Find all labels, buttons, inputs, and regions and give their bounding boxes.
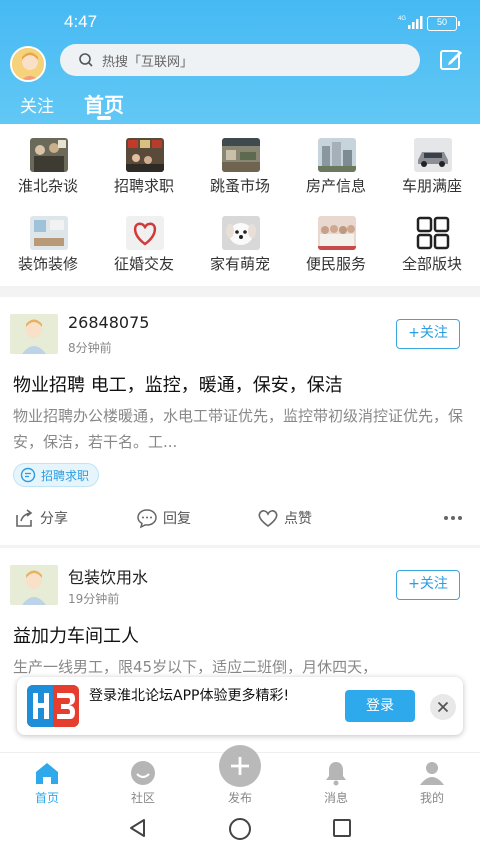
- category-pets[interactable]: 家有萌宠: [192, 208, 288, 286]
- status-time: 4:47: [64, 12, 98, 31]
- category-cars[interactable]: 车朋满座: [384, 130, 480, 208]
- category-label: 全部版块: [401, 255, 462, 273]
- more-icon: [444, 516, 462, 520]
- reply-label: 回复: [163, 511, 191, 527]
- battery-icon: 50: [427, 16, 460, 31]
- category-label: 房产信息: [305, 177, 366, 195]
- post-title[interactable]: 物业招聘 电工，监控，暖通，保安，保洁: [13, 371, 343, 397]
- app-logo-icon: [27, 685, 79, 727]
- publish-button[interactable]: [219, 745, 261, 787]
- more-button[interactable]: [442, 507, 469, 529]
- category-decoration[interactable]: 装饰装修: [0, 208, 96, 286]
- post-username[interactable]: 26848075: [68, 313, 149, 332]
- category-services[interactable]: 便民服务: [288, 208, 384, 286]
- post-body[interactable]: 物业招聘办公楼暖通，水电工带证优先，监控带初级消控证优先，保安，保洁，若干名。工…: [13, 403, 469, 455]
- nav-home[interactable]: 首页: [17, 759, 77, 806]
- avatar[interactable]: [10, 314, 58, 354]
- tab-indicator: [97, 116, 111, 120]
- car-photo-icon: [414, 138, 452, 172]
- category-label: 车朋满座: [401, 177, 462, 195]
- follow-button[interactable]: +关注: [396, 319, 460, 349]
- avatar[interactable]: [10, 565, 58, 605]
- post-time: 19分钟前: [68, 592, 120, 606]
- recent-apps-icon[interactable]: [333, 819, 351, 837]
- login-banner-text: 登录淮北论坛APP体验更多精彩!: [89, 688, 290, 704]
- tab-follow[interactable]: 关注: [20, 92, 54, 117]
- category-label: 跳蚤市场: [209, 177, 270, 195]
- nav-label: 我的: [419, 791, 444, 805]
- category-label: 招聘求职: [113, 177, 174, 195]
- login-banner: 登录淮北论坛APP体验更多精彩! 登录: [17, 677, 463, 735]
- post-username[interactable]: 包装饮用水: [68, 564, 148, 588]
- profile-icon: [420, 762, 444, 785]
- edit-icon[interactable]: [438, 47, 464, 73]
- close-icon: [437, 701, 449, 713]
- back-icon[interactable]: [128, 818, 148, 838]
- community-icon: [131, 761, 155, 785]
- group-photo-icon: [318, 216, 356, 250]
- share-button[interactable]: 分享: [13, 507, 68, 529]
- share-label: 分享: [40, 511, 68, 527]
- post-actions: 分享 回复 点赞: [0, 507, 480, 535]
- nav-label: 社区: [130, 791, 155, 805]
- system-nav-bar: [0, 808, 480, 850]
- heart-photo-icon: [126, 216, 164, 250]
- user-avatar[interactable]: [10, 46, 46, 82]
- feed-tabs: 关注 首页: [0, 88, 480, 124]
- nav-label: 发布: [227, 791, 252, 805]
- nav-messages[interactable]: 消息: [306, 759, 366, 806]
- category-dating[interactable]: 征婚交友: [96, 208, 192, 286]
- nav-profile[interactable]: 我的: [402, 759, 462, 806]
- login-button[interactable]: 登录: [345, 690, 415, 722]
- follow-button[interactable]: +关注: [396, 570, 460, 600]
- category-label: 家有萌宠: [209, 255, 270, 273]
- category-grid: 淮北杂谈 招聘求职 跳蚤市场 房产信息 车朋满座 装饰装修 征婚交友 家有萌宠 …: [0, 124, 480, 286]
- home-circle-icon[interactable]: [229, 818, 251, 840]
- market-photo-icon: [222, 138, 260, 172]
- search-input[interactable]: 热搜「互联网」: [60, 44, 420, 76]
- interior-photo-icon: [30, 216, 68, 250]
- bell-icon: [326, 762, 346, 786]
- job-fair-photo-icon: [126, 138, 164, 172]
- category-jobs[interactable]: 招聘求职: [96, 130, 192, 208]
- nav-label: 首页: [34, 791, 59, 805]
- puppy-photo-icon: [222, 216, 260, 250]
- buildings-photo-icon: [318, 138, 356, 172]
- heart-icon: [258, 510, 278, 528]
- nav-community[interactable]: 社区: [113, 759, 173, 806]
- category-label: 便民服务: [305, 255, 366, 273]
- nav-label: 消息: [323, 791, 348, 805]
- category-real-estate[interactable]: 房产信息: [288, 130, 384, 208]
- chat-bubble-icon: [20, 467, 36, 483]
- search-icon: [79, 53, 93, 67]
- app-header: 4:47 4G 50 热搜「互联网」 关注 首页: [0, 0, 480, 124]
- like-button[interactable]: 点赞: [257, 507, 312, 529]
- close-banner-button[interactable]: [430, 694, 456, 720]
- post-tag[interactable]: 招聘求职: [13, 463, 100, 487]
- tab-home[interactable]: 首页: [84, 89, 124, 118]
- post-card[interactable]: 26848075 8分钟前 +关注 物业招聘 电工，监控，暖通，保安，保洁 物业…: [0, 297, 480, 545]
- svg-text:4G: 4G: [398, 16, 406, 22]
- category-label: 淮北杂谈: [17, 177, 78, 195]
- post-title[interactable]: 益加力车间工人: [13, 622, 139, 648]
- search-placeholder: 热搜「互联网」: [102, 54, 194, 70]
- category-label: 征婚交友: [113, 255, 174, 273]
- status-bar: 4:47 4G 50: [0, 0, 480, 40]
- category-huaibei-chat[interactable]: 淮北杂谈: [0, 130, 96, 208]
- post-tag-label: 招聘求职: [41, 468, 90, 483]
- share-icon: [16, 509, 33, 527]
- signal-icon: 4G: [398, 16, 423, 29]
- crowd-photo-icon: [30, 138, 68, 172]
- category-all-boards[interactable]: 全部版块: [384, 208, 480, 286]
- like-label: 点赞: [284, 511, 312, 527]
- comment-icon: [137, 509, 157, 529]
- post-time: 8分钟前: [68, 341, 112, 355]
- category-label: 装饰装修: [17, 255, 78, 273]
- category-flea-market[interactable]: 跳蚤市场: [192, 130, 288, 208]
- reply-button[interactable]: 回复: [136, 507, 191, 529]
- bottom-nav: 首页 社区 发布 消息 我的: [0, 745, 480, 808]
- grid-icon: [414, 216, 452, 250]
- plus-icon: [231, 757, 249, 775]
- home-icon: [36, 763, 58, 784]
